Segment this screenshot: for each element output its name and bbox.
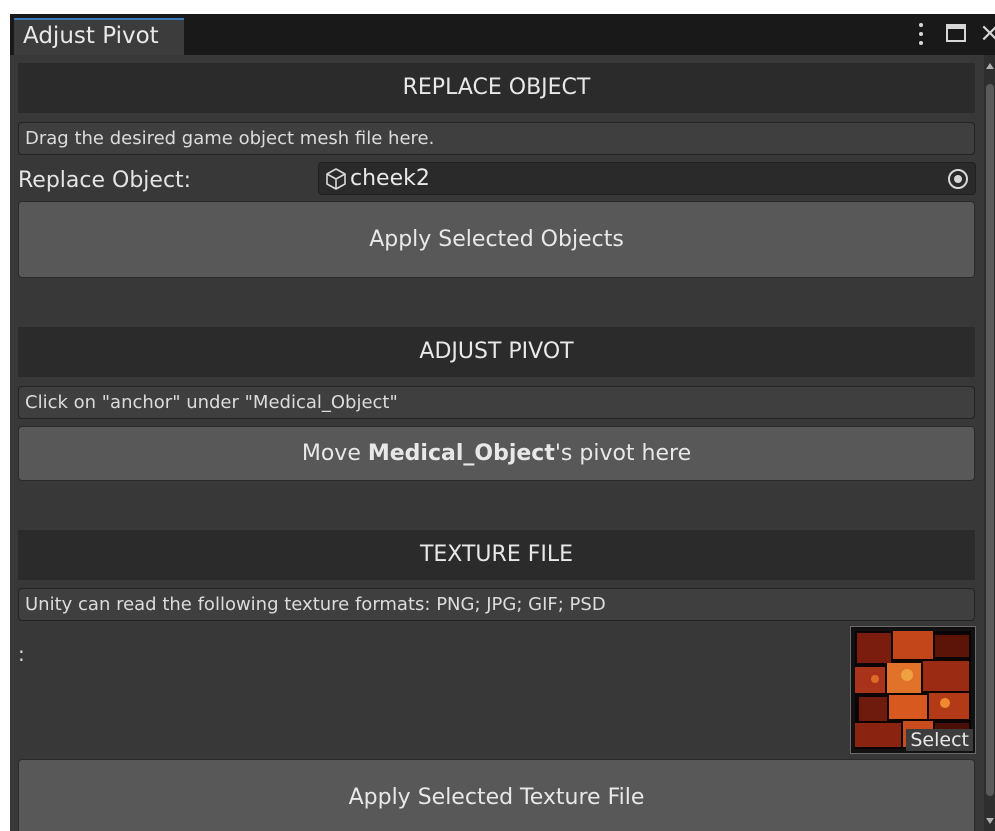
- maximize-icon[interactable]: [946, 24, 966, 42]
- move-pivot-prefix: Move: [301, 441, 368, 466]
- adjust-pivot-help: Click on "anchor" under "Medical_Object": [18, 386, 975, 419]
- scroll-thumb[interactable]: [986, 84, 994, 796]
- move-pivot-button[interactable]: Move Medical_Object's pivot here: [18, 426, 975, 481]
- apply-texture-button[interactable]: Apply Selected Texture File: [18, 759, 975, 831]
- close-icon[interactable]: ×: [979, 18, 995, 48]
- texture-slot[interactable]: Select: [850, 626, 976, 754]
- replace-object-help: Drag the desired game object mesh file h…: [18, 122, 975, 155]
- tab-bar: Adjust Pivot ×: [10, 14, 995, 55]
- replace-object-label: Replace Object:: [18, 168, 192, 193]
- scroll-down-arrow-icon[interactable]: [986, 818, 994, 824]
- mesh-cube-icon: [326, 168, 346, 190]
- kebab-menu-icon[interactable]: [914, 21, 928, 47]
- apply-selected-objects-button[interactable]: Apply Selected Objects: [18, 201, 975, 278]
- adjust-pivot-window: Adjust Pivot × REPLACE OBJECT Drag the d…: [10, 14, 995, 831]
- texture-formats-help: Unity can read the following texture for…: [18, 588, 975, 621]
- vertical-scrollbar[interactable]: [984, 55, 995, 831]
- editor-content: REPLACE OBJECT Drag the desired game obj…: [10, 55, 995, 831]
- move-pivot-suffix: 's pivot here: [554, 441, 692, 466]
- move-pivot-object-name: Medical_Object: [367, 441, 555, 466]
- replace-object-header: REPLACE OBJECT: [18, 63, 975, 113]
- texture-select-button[interactable]: Select: [906, 729, 973, 751]
- texture-field-label: :: [18, 642, 25, 666]
- texture-file-header: TEXTURE FILE: [18, 530, 975, 580]
- object-picker-icon[interactable]: [945, 166, 971, 192]
- replace-object-field[interactable]: cheek2: [318, 162, 976, 195]
- replace-object-value: cheek2: [350, 166, 430, 191]
- scroll-up-arrow-icon[interactable]: [986, 63, 994, 69]
- adjust-pivot-header: ADJUST PIVOT: [18, 327, 975, 377]
- tab-adjust-pivot[interactable]: Adjust Pivot: [14, 18, 184, 55]
